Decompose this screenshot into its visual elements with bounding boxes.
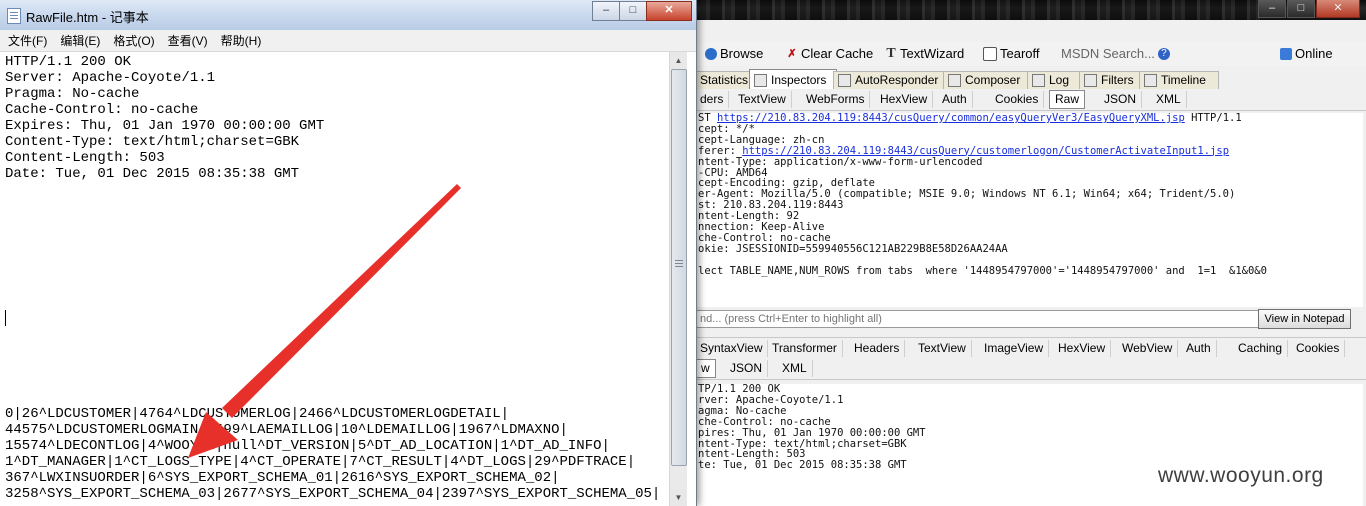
browse-button[interactable]: Browse	[705, 46, 763, 61]
request-raw-text[interactable]: ST https://210.83.204.119:8443/cusQuery/…	[695, 113, 1363, 307]
maximize-button[interactable]: □	[1287, 0, 1315, 18]
composer-icon	[948, 74, 961, 87]
notepad-titlebar: RawFile.htm - 记事本 – □ ✕	[0, 0, 696, 30]
find-bar: View in Notepad	[695, 308, 1366, 330]
network-icon	[1280, 47, 1292, 60]
watermark: www.wooyun.org	[1158, 464, 1324, 487]
text-line: 1^DT_MANAGER|1^CT_LOGS_TYPE|4^CT_OPERATE…	[5, 454, 636, 470]
notepad-icon	[7, 8, 21, 24]
text-line: 15574^LDECONTLOG|4^WOOYUN|null^DT_VERSIO…	[5, 438, 610, 454]
fiddler-main-tabs: Statistics Inspectors AutoResponder Comp…	[695, 69, 1366, 90]
checkbox-icon	[1084, 74, 1097, 87]
fiddler-toolbar: Browse ✗ Clear Cache T TextWizard Tearof…	[695, 42, 1366, 66]
tab-statistics[interactable]: Statistics	[695, 71, 753, 89]
text-line: 0|26^LDCUSTOMER|4764^LDCUSTOMERLOG|2466^…	[5, 406, 510, 422]
resp-tab-hexview[interactable]: HexView	[1053, 340, 1112, 357]
resp-tab-syntaxview[interactable]: SyntaxView	[695, 340, 769, 357]
resp-tab-cookies[interactable]: Cookies	[1291, 340, 1346, 357]
response-view-tabs: w JSON XML	[695, 358, 1366, 380]
text-line: HTTP/1.1 200 OK	[5, 54, 132, 70]
help-icon[interactable]: ?	[1157, 47, 1170, 60]
scroll-up-arrow-icon[interactable]: ▲	[670, 52, 687, 69]
tab-timeline[interactable]: Timeline	[1139, 71, 1219, 89]
browser-icon	[705, 47, 717, 60]
msdn-search-box[interactable]: MSDN Search... ?	[1061, 46, 1170, 61]
text-caret	[5, 310, 6, 326]
resp-tab-webview[interactable]: WebView	[1117, 340, 1179, 357]
req-tab-xml[interactable]: XML	[1151, 91, 1187, 108]
resp-tab-auth[interactable]: Auth	[1181, 340, 1217, 357]
menu-help[interactable]: 帮助(H)	[216, 32, 267, 49]
request-url-link[interactable]: https://210.83.204.119:8443/cusQuery/com…	[717, 113, 1185, 124]
clear-cache-button[interactable]: ✗ Clear Cache	[786, 46, 873, 61]
lightning-icon	[838, 74, 851, 87]
view-in-notepad-button[interactable]: View in Notepad	[1258, 309, 1351, 329]
inspectors-icon	[754, 73, 767, 87]
req-tab-webforms[interactable]: WebForms	[801, 91, 871, 108]
minimize-button[interactable]: –	[592, 1, 620, 21]
resp-tab-raw[interactable]: w	[695, 359, 716, 378]
close-button[interactable]: ✕	[1316, 0, 1360, 18]
req-tab-cookies[interactable]: Cookies	[990, 91, 1045, 108]
resp-tab-textview[interactable]: TextView	[913, 340, 972, 357]
menu-bar: 文件(F) 编辑(E) 格式(O) 查看(V) 帮助(H)	[0, 30, 696, 52]
timeline-icon	[1144, 74, 1157, 87]
textwizard-icon: T	[886, 45, 896, 61]
req-tab-raw[interactable]: Raw	[1049, 90, 1086, 109]
clear-cache-icon: ✗	[787, 47, 797, 60]
resp-tab-imageview[interactable]: ImageView	[979, 340, 1050, 357]
textwizard-button[interactable]: T TextWizard	[885, 46, 964, 61]
text-line: Server: Apache-Coyote/1.1	[5, 70, 216, 86]
online-indicator: Online	[1280, 46, 1333, 61]
find-input[interactable]	[695, 310, 1261, 328]
tab-inspectors[interactable]: Inspectors	[749, 69, 837, 90]
notepad-window-controls: – □ ✕	[592, 1, 692, 21]
resp-tab-json[interactable]: JSON	[725, 360, 769, 377]
log-icon	[1032, 74, 1045, 87]
tearoff-icon	[983, 46, 997, 61]
maximize-button[interactable]: □	[619, 1, 647, 21]
req-tab-textview[interactable]: TextView	[733, 91, 792, 108]
tab-composer[interactable]: Composer	[943, 71, 1031, 89]
notepad-window: RawFile.htm - 记事本 – □ ✕ 文件(F) 编辑(E) 格式(O…	[0, 0, 697, 506]
req-tab-hexview[interactable]: HexView	[875, 91, 934, 108]
scrollbar-thumb[interactable]	[671, 69, 687, 466]
text-line: 3258^SYS_EXPORT_SCHEMA_03|2677^SYS_EXPOR…	[5, 486, 661, 502]
vertical-scrollbar[interactable]: ▲ ▼	[669, 52, 687, 506]
text-line: Content-Type: text/html;charset=GBK	[5, 134, 300, 150]
titlebar-background	[700, 0, 1260, 20]
window-title: RawFile.htm - 记事本	[26, 10, 149, 25]
close-button[interactable]: ✕	[646, 1, 692, 21]
menu-edit[interactable]: 编辑(E)	[55, 32, 105, 49]
text-line: Pragma: No-cache	[5, 86, 140, 102]
resp-tab-headers[interactable]: Headers	[849, 340, 906, 357]
req-tab-json[interactable]: JSON	[1099, 91, 1143, 108]
req-tab-headers[interactable]: ders	[695, 91, 730, 108]
resp-tab-xml[interactable]: XML	[777, 360, 813, 377]
text-line: Cache-Control: no-cache	[5, 102, 199, 118]
req-tab-auth[interactable]: Auth	[937, 91, 973, 108]
tab-log[interactable]: Log	[1027, 71, 1083, 89]
resp-tab-transformer[interactable]: Transformer	[767, 340, 843, 357]
request-inspector-tabs: ders TextView WebForms HexView Auth Cook…	[695, 89, 1366, 111]
menu-format[interactable]: 格式(O)	[108, 32, 159, 49]
text-line: Content-Length: 503	[5, 150, 165, 166]
minimize-button[interactable]: –	[1258, 0, 1286, 18]
response-inspector-tabs: SyntaxView Transformer Headers TextView …	[695, 337, 1366, 360]
text-line: Expires: Thu, 01 Jan 1970 00:00:00 GMT	[5, 118, 325, 134]
tearoff-button[interactable]: Tearoff	[983, 46, 1040, 61]
text-line: 367^LWXINSUORDER|6^SYS_EXPORT_SCHEMA_01|…	[5, 470, 560, 486]
tab-filters[interactable]: Filters	[1079, 71, 1143, 89]
notepad-text-area[interactable]: HTTP/1.1 200 OK Server: Apache-Coyote/1.…	[0, 52, 669, 506]
menu-file[interactable]: 文件(F)	[3, 32, 52, 49]
menu-view[interactable]: 查看(V)	[163, 32, 213, 49]
fiddler-window-controls: – □ ✕	[1258, 0, 1360, 18]
scroll-down-arrow-icon[interactable]: ▼	[670, 489, 687, 506]
text-line: Date: Tue, 01 Dec 2015 08:35:38 GMT	[5, 166, 300, 182]
resp-tab-caching[interactable]: Caching	[1233, 340, 1289, 357]
text-line: 44575^LDCUSTOMERLOGMAIN|1499^LAEMAILLOG|…	[5, 422, 568, 438]
tab-autoresponder[interactable]: AutoResponder	[833, 71, 947, 89]
